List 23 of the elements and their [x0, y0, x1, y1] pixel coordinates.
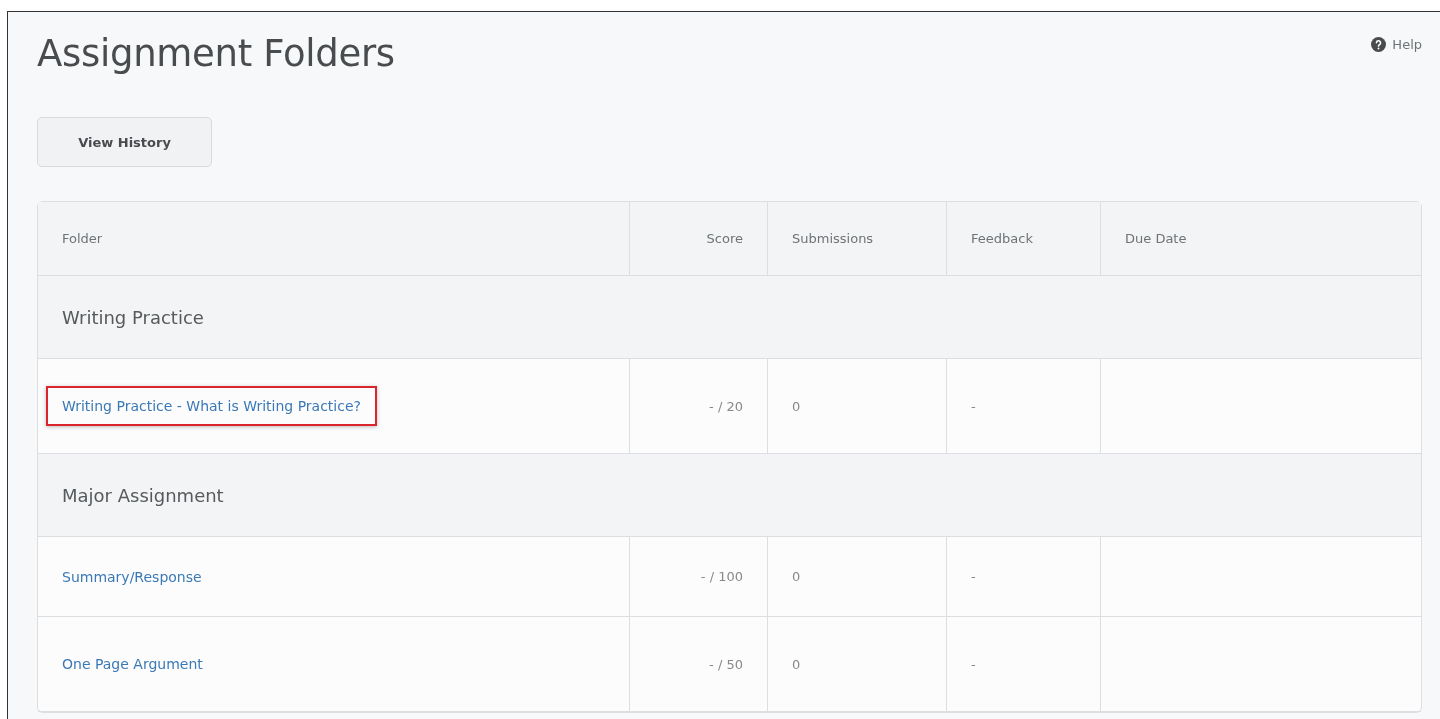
feedback-cell: -	[971, 656, 976, 672]
feedback-cell: -	[971, 569, 976, 584]
group-heading: Major Assignment	[38, 454, 1421, 537]
column-header: Score	[630, 202, 768, 276]
submissions-cell: 0	[792, 656, 801, 672]
score-cell: - / 20	[709, 398, 743, 414]
column-header: Feedback	[947, 202, 1101, 276]
feedback-cell: -	[971, 398, 976, 414]
folder-link[interactable]: Writing Practice - What is Writing Practice?	[46, 386, 377, 426]
group-heading: Writing Practice	[38, 276, 1421, 359]
view-history-button[interactable]: View History	[37, 117, 212, 167]
score-cell: - / 50	[709, 656, 743, 672]
page-title: Assignment Folders	[37, 32, 395, 75]
column-header: Folder	[38, 202, 630, 276]
submissions-cell: 0	[792, 569, 801, 584]
folder-link[interactable]: Summary/Response	[46, 556, 218, 597]
column-header: Due Date	[1101, 202, 1421, 276]
help-link[interactable]: Help	[1371, 37, 1422, 52]
submissions-cell: 0	[792, 398, 801, 414]
folder-link[interactable]: One Page Argument	[46, 644, 219, 684]
help-icon	[1371, 37, 1387, 52]
column-header: Submissions	[768, 202, 947, 276]
score-cell: - / 100	[700, 569, 743, 584]
